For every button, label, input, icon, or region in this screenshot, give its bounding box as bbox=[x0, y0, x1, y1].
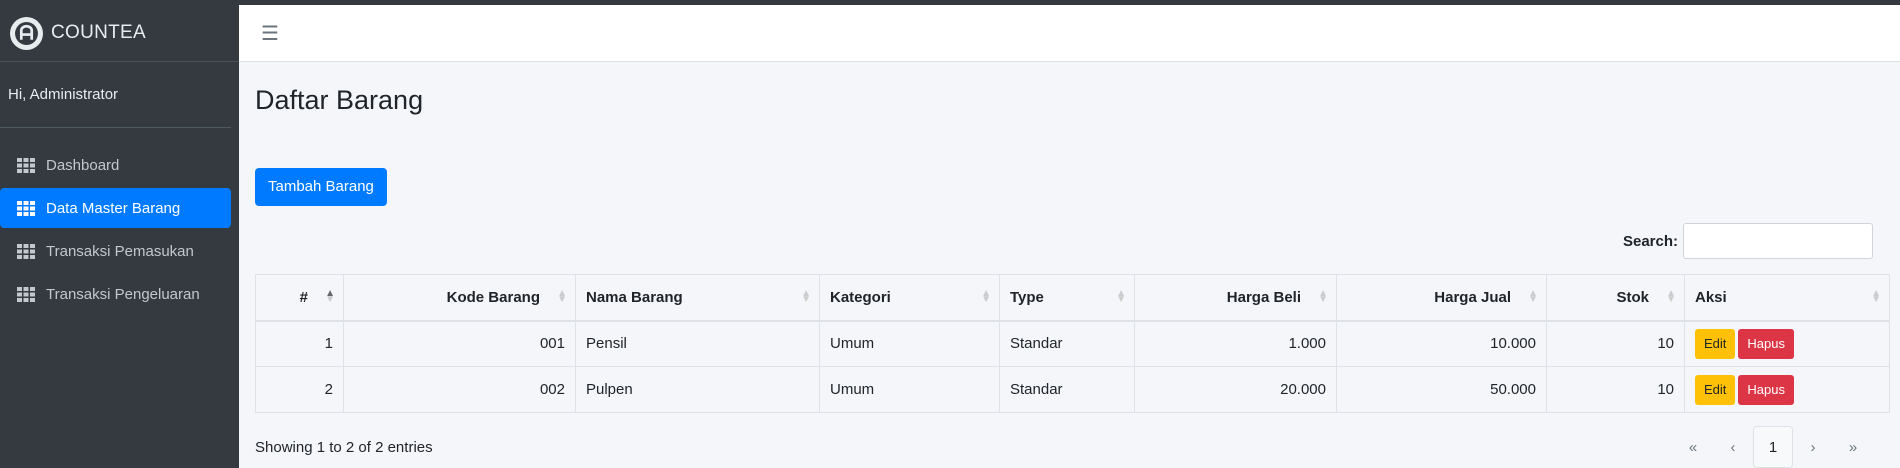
grid-icon bbox=[17, 243, 35, 259]
cell-nama-barang: Pulpen bbox=[575, 366, 820, 413]
table-header-row: # ▲ ▼ Kode Barang ▲ ▼ Nama Barang ▲ ▼ Kateg… bbox=[255, 274, 1890, 322]
cell-number: 2 bbox=[255, 366, 344, 413]
sort-icon: ▲ ▼ bbox=[801, 288, 811, 306]
grid-icon bbox=[17, 286, 35, 302]
column-header-nama-barang[interactable]: Nama Barang ▲ ▼ bbox=[575, 274, 820, 322]
sort-asc-icon: ▲ ▼ bbox=[325, 288, 335, 306]
grid-icon bbox=[17, 157, 35, 173]
column-header-harga-jual[interactable]: Harga Jual ▲ ▼ bbox=[1336, 274, 1547, 322]
sidebar-nav: Dashboard Data Master Barang Transaksi P… bbox=[0, 128, 239, 314]
cell-type: Standar bbox=[999, 320, 1135, 367]
cell-kode-barang: 002 bbox=[343, 366, 576, 413]
cell-harga-beli: 1.000 bbox=[1134, 320, 1337, 367]
sort-icon: ▲ ▼ bbox=[1318, 288, 1328, 306]
cell-stok: 10 bbox=[1546, 320, 1685, 367]
page-first-button[interactable]: « bbox=[1673, 426, 1713, 468]
user-greeting[interactable]: Hi, Administrator bbox=[0, 62, 231, 128]
pagination: « ‹ 1 › » bbox=[1673, 426, 1884, 468]
sort-icon: ▲ ▼ bbox=[1666, 288, 1676, 306]
cell-harga-beli: 20.000 bbox=[1134, 366, 1337, 413]
grid-icon bbox=[17, 200, 35, 216]
add-item-button[interactable]: Tambah Barang bbox=[255, 168, 387, 206]
content: Daftar Barang Tambah Barang Search: # ▲ ▼… bbox=[239, 84, 1900, 468]
cell-type: Standar bbox=[999, 366, 1135, 413]
sidebar: COUNTEA Hi, Administrator Dashboard Data… bbox=[0, 5, 239, 468]
cell-harga-jual: 50.000 bbox=[1336, 366, 1547, 413]
column-header-aksi[interactable]: Aksi ▲ ▼ bbox=[1684, 274, 1890, 322]
brand[interactable]: COUNTEA bbox=[0, 5, 239, 62]
sort-icon: ▲ ▼ bbox=[981, 288, 991, 306]
menu-toggle-icon[interactable]: ☰ bbox=[261, 21, 279, 46]
edit-button[interactable]: Edit bbox=[1695, 374, 1736, 405]
column-header-stok[interactable]: Stok ▲ ▼ bbox=[1546, 274, 1685, 322]
column-header-number[interactable]: # ▲ ▼ bbox=[255, 274, 344, 322]
delete-button[interactable]: Hapus bbox=[1738, 328, 1794, 359]
cell-kategori: Umum bbox=[819, 320, 1000, 367]
entries-info: Showing 1 to 2 of 2 entries bbox=[255, 438, 433, 456]
sort-icon: ▲ ▼ bbox=[557, 288, 567, 306]
search-input[interactable] bbox=[1683, 223, 1873, 259]
table-row: 1 001 Pensil Umum Standar 1.000 10.000 1… bbox=[255, 320, 1890, 367]
brand-name: COUNTEA bbox=[51, 22, 146, 43]
sidebar-item-label: Data Master Barang bbox=[46, 199, 181, 217]
sidebar-item-transaksi-pengeluaran[interactable]: Transaksi Pengeluaran bbox=[0, 274, 231, 314]
page-next-button[interactable]: › bbox=[1793, 426, 1833, 468]
page-prev-button[interactable]: ‹ bbox=[1713, 426, 1753, 468]
items-table: # ▲ ▼ Kode Barang ▲ ▼ Nama Barang ▲ ▼ Kateg… bbox=[255, 274, 1890, 413]
column-header-kode-barang[interactable]: Kode Barang ▲ ▼ bbox=[343, 274, 576, 322]
delete-button[interactable]: Hapus bbox=[1738, 374, 1794, 405]
column-header-type[interactable]: Type ▲ ▼ bbox=[999, 274, 1135, 322]
top-navbar: ☰ bbox=[239, 5, 1900, 62]
sidebar-item-transaksi-pemasukan[interactable]: Transaksi Pemasukan bbox=[0, 231, 231, 271]
table-row: 2 002 Pulpen Umum Standar 20.000 50.000 … bbox=[255, 366, 1890, 413]
edit-button[interactable]: Edit bbox=[1695, 328, 1736, 359]
cell-kategori: Umum bbox=[819, 366, 1000, 413]
table-footer: Showing 1 to 2 of 2 entries « ‹ 1 › » bbox=[255, 426, 1884, 468]
page-current-button[interactable]: 1 bbox=[1753, 426, 1793, 468]
cell-number: 1 bbox=[255, 320, 344, 367]
cell-harga-jual: 10.000 bbox=[1336, 320, 1547, 367]
sidebar-item-dashboard[interactable]: Dashboard bbox=[0, 145, 231, 185]
page-last-button[interactable]: » bbox=[1833, 426, 1873, 468]
sidebar-item-label: Dashboard bbox=[46, 156, 120, 174]
sidebar-item-data-master-barang[interactable]: Data Master Barang bbox=[0, 188, 231, 228]
sidebar-item-label: Transaksi Pemasukan bbox=[46, 242, 194, 260]
sort-icon: ▲ ▼ bbox=[1528, 288, 1538, 306]
sort-icon: ▲ ▼ bbox=[1116, 288, 1126, 306]
search-label: Search: bbox=[1622, 232, 1678, 250]
cell-aksi: Edit Hapus bbox=[1684, 320, 1890, 367]
sidebar-item-label: Transaksi Pengeluaran bbox=[46, 285, 200, 303]
cell-nama-barang: Pensil bbox=[575, 320, 820, 367]
cell-kode-barang: 001 bbox=[343, 320, 576, 367]
column-header-harga-beli[interactable]: Harga Beli ▲ ▼ bbox=[1134, 274, 1337, 322]
page-title: Daftar Barang bbox=[255, 85, 424, 115]
column-header-kategori[interactable]: Kategori ▲ ▼ bbox=[819, 274, 1000, 322]
brand-logo-icon bbox=[10, 16, 43, 50]
main-area: ☰ Daftar Barang Tambah Barang Search: # … bbox=[239, 5, 1900, 468]
sort-icon: ▲ ▼ bbox=[1871, 288, 1881, 306]
cell-aksi: Edit Hapus bbox=[1684, 366, 1890, 413]
cell-stok: 10 bbox=[1546, 366, 1685, 413]
search-row: Search: bbox=[255, 223, 1884, 259]
